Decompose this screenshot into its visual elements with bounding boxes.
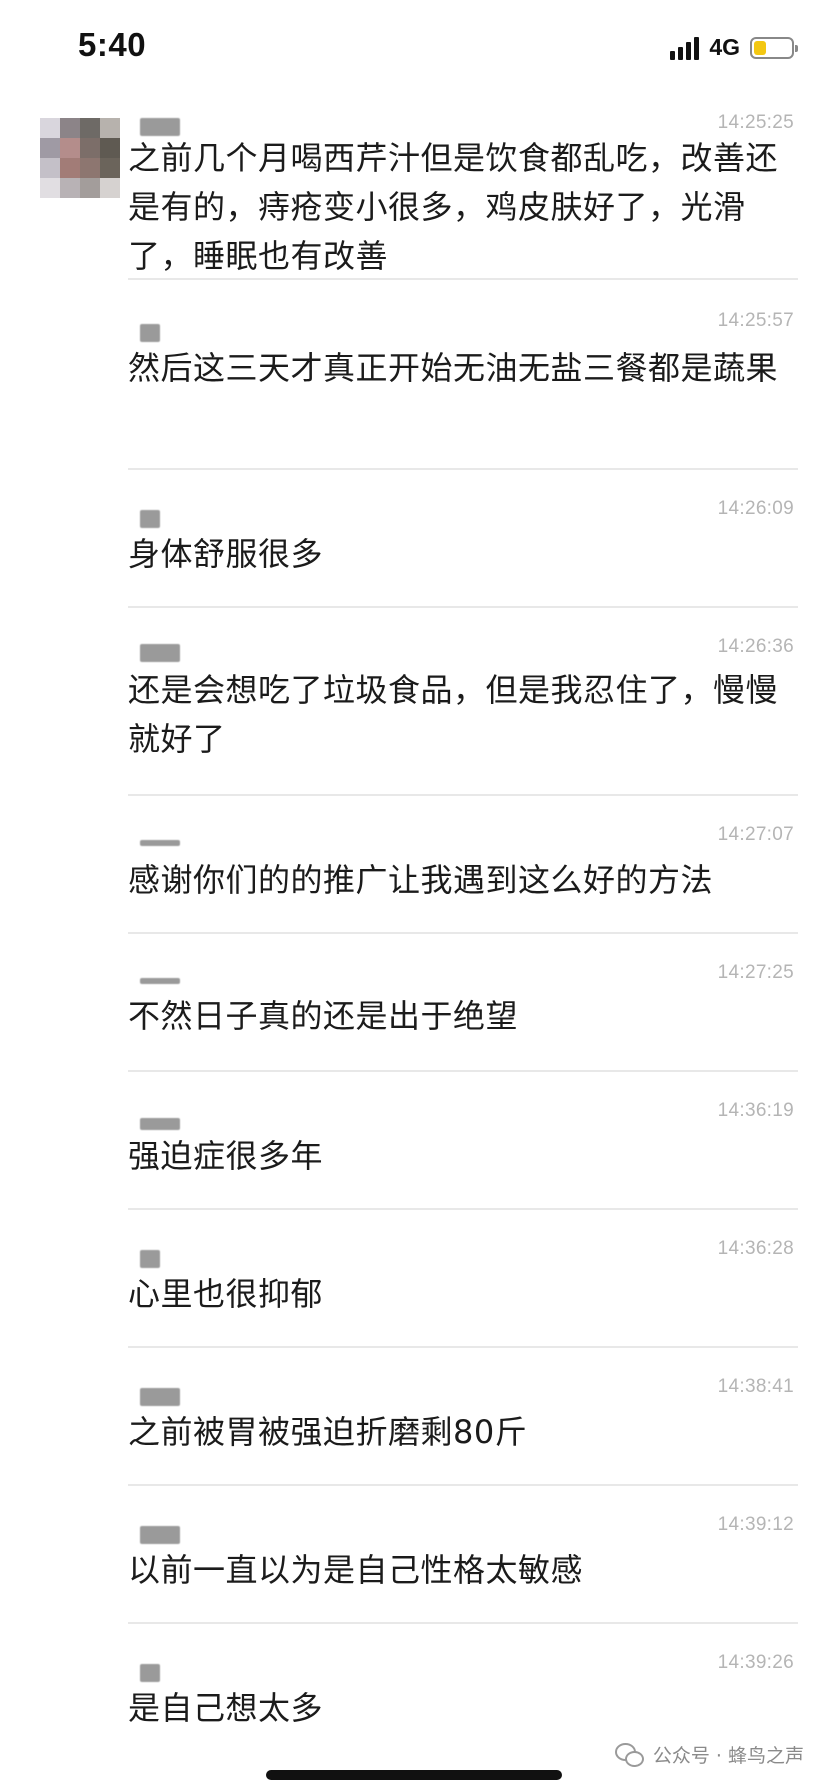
watermark-text: 公众号 · 蜂鸟之声 xyxy=(652,1745,804,1767)
message-time: 14:25:25 xyxy=(717,112,794,133)
message-time: 14:36:19 xyxy=(717,1100,794,1121)
sender-name xyxy=(140,1526,180,1544)
signal-icon xyxy=(670,36,700,60)
message-text: 以前一直以为是自己性格太敏感 xyxy=(128,1551,584,1589)
list-item[interactable]: 14:25:57 然后这三天才真正开始无油无盐三餐都是蔬果 xyxy=(128,280,798,470)
message-time: 14:36:28 xyxy=(717,1238,794,1259)
message-time: 14:26:09 xyxy=(717,498,794,519)
network-label: 4G xyxy=(709,34,740,60)
message-text: 感谢你们的的推广让我遇到这么好的方法 xyxy=(128,861,714,899)
message-time: 14:27:07 xyxy=(717,824,794,845)
message-time: 14:25:57 xyxy=(717,310,794,331)
battery-icon xyxy=(750,36,798,59)
message-text: 之前几个月喝西芹汁但是饮食都乱吃，改善还是有的，痔疮变小很多，鸡皮肤好了，光滑了… xyxy=(128,139,779,275)
status-time: 5:40 xyxy=(78,26,147,63)
message-list: 14:25:25 之前几个月喝西芹汁但是饮食都乱吃，改善还是有的，痔疮变小很多，… xyxy=(0,108,828,1754)
list-item[interactable]: 14:36:19 强迫症很多年 xyxy=(128,1072,798,1210)
sender-name xyxy=(140,978,180,984)
message-time: 14:39:26 xyxy=(717,1652,794,1673)
sender-name xyxy=(140,1664,160,1682)
sender-name xyxy=(140,1250,160,1268)
list-item[interactable]: 14:38:41 之前被胃被强迫折磨剩80斤 xyxy=(128,1348,798,1486)
list-item[interactable]: 14:39:12 以前一直以为是自己性格太敏感 xyxy=(128,1486,798,1624)
list-item[interactable]: 14:27:07 感谢你们的的推广让我遇到这么好的方法 xyxy=(128,796,798,934)
battery-fill xyxy=(754,40,766,55)
message-text: 是自己想太多 xyxy=(128,1689,324,1727)
message-text: 身体舒服很多 xyxy=(128,535,324,573)
list-item[interactable]: 14:26:09 身体舒服很多 xyxy=(128,470,798,608)
list-item[interactable]: 14:27:25 不然日子真的还是出于绝望 xyxy=(128,934,798,1072)
sender-name xyxy=(140,510,160,528)
message-text: 然后这三天才真正开始无油无盐三餐都是蔬果 xyxy=(128,349,779,387)
sender-name xyxy=(140,644,180,662)
sender-name xyxy=(140,1388,180,1406)
message-time: 14:38:41 xyxy=(717,1376,794,1397)
message-text: 心里也很抑郁 xyxy=(128,1275,324,1313)
list-item[interactable]: 14:26:36 还是会想吃了垃圾食品，但是我忍住了，慢慢就好了 xyxy=(128,608,798,796)
message-time: 14:39:12 xyxy=(717,1514,794,1535)
message-time: 14:26:36 xyxy=(717,636,794,657)
status-bar: 5:40 4G xyxy=(0,0,828,100)
list-item[interactable]: 14:36:28 心里也很抑郁 xyxy=(128,1210,798,1348)
sender-name xyxy=(140,324,160,342)
watermark: 公众号 · 蜂鸟之声 xyxy=(614,1741,804,1768)
sender-name xyxy=(140,1118,180,1130)
message-text: 之前被胃被强迫折磨剩80斤 xyxy=(128,1413,528,1451)
list-item[interactable]: 14:25:25 之前几个月喝西芹汁但是饮食都乱吃，改善还是有的，痔疮变小很多，… xyxy=(128,108,798,280)
message-text: 还是会想吃了垃圾食品，但是我忍住了，慢慢就好了 xyxy=(128,671,779,758)
home-indicator[interactable] xyxy=(266,1770,562,1780)
wechat-icon xyxy=(614,1742,645,1767)
sender-name xyxy=(140,840,180,846)
list-item[interactable]: 14:39:26 是自己想太多 xyxy=(128,1624,798,1754)
message-text: 强迫症很多年 xyxy=(128,1137,324,1175)
message-time: 14:27:25 xyxy=(717,962,794,983)
message-text: 不然日子真的还是出于绝望 xyxy=(128,997,519,1035)
status-indicators: 4G xyxy=(670,34,798,61)
